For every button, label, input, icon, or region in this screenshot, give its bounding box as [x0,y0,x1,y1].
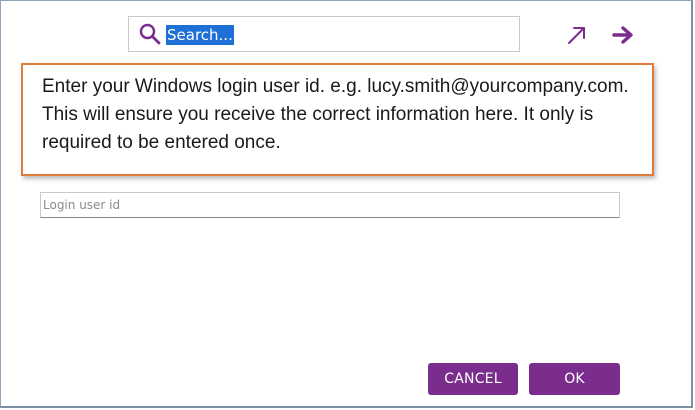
cancel-button[interactable]: CANCEL [428,363,518,395]
instruction-callout: Enter your Windows login user id. e.g. l… [21,63,654,176]
expand-arrow-icon[interactable] [567,25,587,45]
search-box[interactable]: Search... [128,16,520,52]
search-selected-text: Search... [166,25,234,45]
search-icon[interactable] [139,23,161,45]
login-user-id-field[interactable] [40,192,620,218]
dialog-window: Search... Enter your Windows login user … [0,0,693,408]
ok-button[interactable]: OK [529,363,620,395]
arrow-right-icon[interactable] [612,25,634,45]
